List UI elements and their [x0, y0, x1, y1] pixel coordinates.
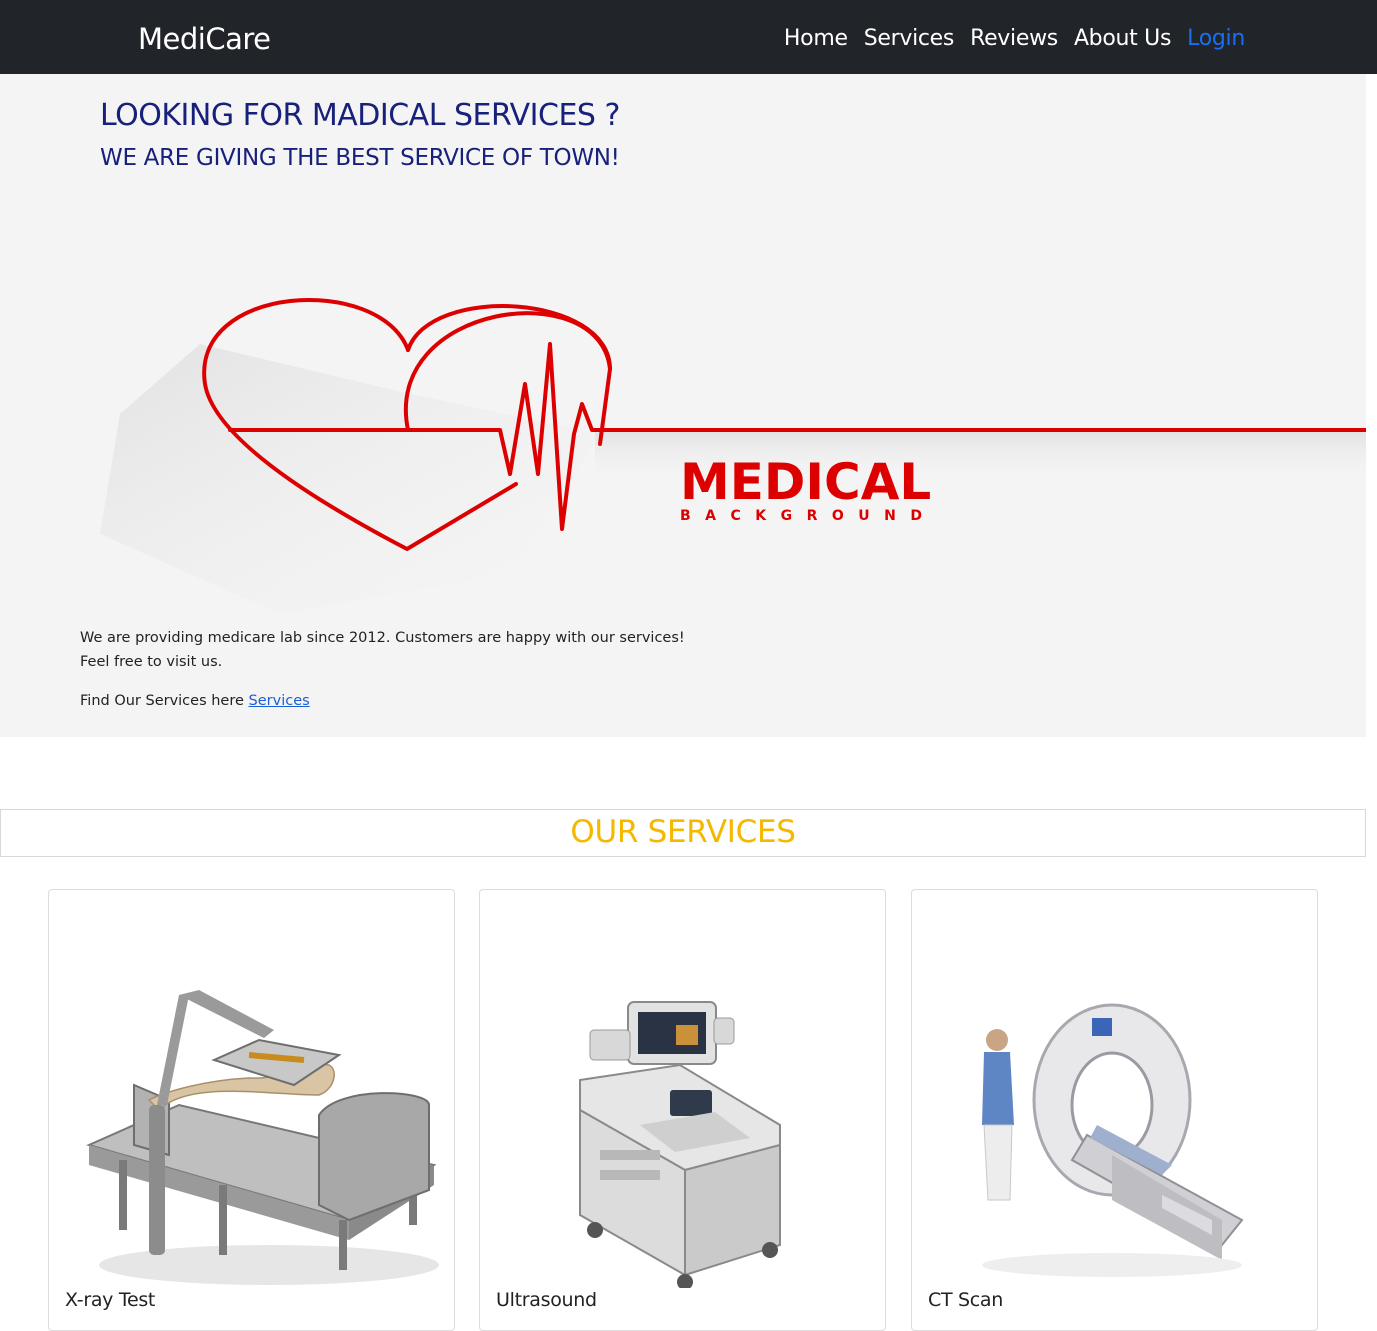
xray-machine-image [86, 990, 439, 1285]
nav-link-reviews[interactable]: Reviews [970, 20, 1058, 58]
medical-background-image: MEDICAL BACKGROUND [100, 298, 1366, 614]
graphic-subword: BACKGROUND [680, 508, 937, 524]
service-card-title: CT Scan [928, 1289, 1004, 1311]
nav-link-about-us[interactable]: About Us [1074, 20, 1172, 58]
hero-text-line1: We are providing medicare lab since 2012… [80, 630, 685, 646]
graphic-word: MEDICAL [680, 453, 931, 511]
nav-link-services[interactable]: Services [864, 20, 955, 58]
nav-link-login[interactable]: Login [1187, 20, 1245, 58]
brand-logo[interactable]: MediCare [138, 19, 271, 59]
hero-section: LOOKING FOR MADICAL SERVICES ? WE ARE GI… [0, 74, 1366, 737]
hero-subheading: WE ARE GIVING THE BEST SERVICE OF TOWN! [100, 145, 620, 171]
navbar: MediCare Home Services Reviews About Us … [0, 0, 1377, 74]
service-card-ultrasound[interactable]: Ultrasound [479, 889, 886, 1331]
services-link[interactable]: Services [249, 693, 310, 709]
service-card-xray[interactable]: X-ray Test [48, 889, 455, 1331]
service-card-ct-scan[interactable]: CT Scan [911, 889, 1318, 1331]
hero-description: We are providing medicare lab since 2012… [80, 626, 685, 674]
service-card-title: X-ray Test [65, 1289, 156, 1311]
find-services-label: Find Our Services here [80, 693, 249, 709]
hero-heading: LOOKING FOR MADICAL SERVICES ? [100, 98, 620, 133]
services-section-title: OUR SERVICES [0, 809, 1366, 857]
nav-links: Home Services Reviews About Us Login [784, 20, 1245, 58]
hero-find-services: Find Our Services here Services [80, 689, 310, 713]
service-card-title: Ultrasound [496, 1289, 597, 1311]
nav-link-home[interactable]: Home [784, 20, 848, 58]
ct-scanner-image [982, 1003, 1244, 1277]
ultrasound-machine-image [579, 1001, 781, 1288]
hero-text-line2: Feel free to visit us. [80, 654, 223, 670]
